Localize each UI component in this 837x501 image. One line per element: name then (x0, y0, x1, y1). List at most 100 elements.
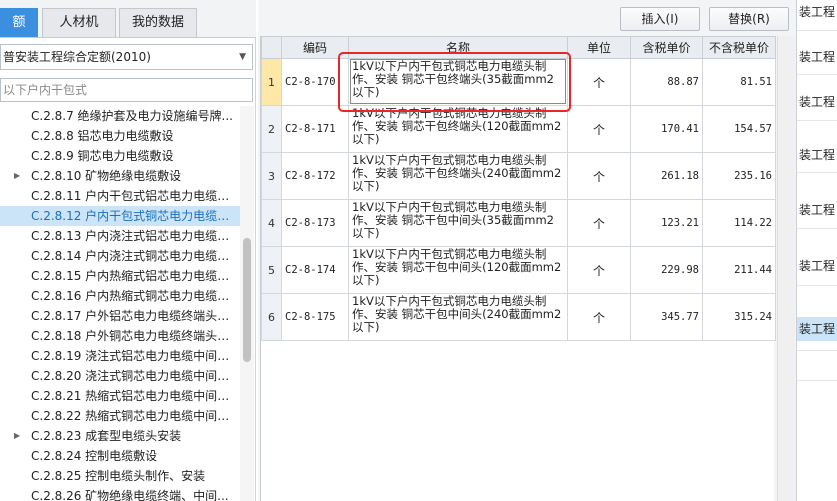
tree-item[interactable]: C.2.8.14 户内浇注式铜芯电力电缆终... (0, 246, 240, 266)
tree-item[interactable]: C.2.8.13 户内浇注式铝芯电力电缆终... (0, 226, 240, 246)
tree-item-label: C.2.8.15 户内热缩式铝芯电力电缆终... (31, 269, 238, 283)
price-tax-cell[interactable]: 170.41 (630, 105, 703, 153)
price-tax-cell[interactable]: 261.18 (630, 152, 703, 200)
grid-row[interactable]: 6 C2-8-175 1kV以下户内干包式铜芯电力电缆头制作、安装 铜芯干包中间头(… (261, 293, 776, 341)
tree-item-label: C.2.8.25 控制电缆头制作、安装 (31, 469, 206, 483)
quota-grid: 编码 名称 单位 含税单价 不含税单价 1 C2-8-170 1kV以下户内干包式铜… (260, 36, 776, 501)
tree-item[interactable]: C.2.8.26 矿物绝缘电缆终端、中间... (0, 486, 240, 501)
tree-item[interactable]: C.2.8.20 浇注式铜芯电力电缆中间头... (0, 366, 240, 386)
tree-item[interactable]: C.2.8.24 控制电缆敷设 (0, 446, 240, 466)
row-number[interactable]: 2 (261, 105, 282, 153)
unit-cell[interactable]: 个 (567, 293, 631, 341)
unit-cell[interactable]: 个 (567, 246, 631, 294)
tab-my-data[interactable]: 我的数据 (119, 8, 197, 37)
header-price-notax[interactable]: 不含税单价 (702, 36, 776, 59)
row-number[interactable]: 6 (261, 293, 282, 341)
code-cell[interactable]: C2-8-174 (281, 246, 349, 294)
chapter-tree: C.2.8.7 绝缘护套及电力设施编号牌... C.2.8.8 铝芯电力电缆敷设 C… (0, 106, 240, 501)
tree-item-label: C.2.8.12 户内干包式铜芯电力电缆头... (31, 209, 238, 223)
quota-library-select-value: 普安装工程综合定额(2010) (3, 50, 151, 64)
row-divider (797, 380, 837, 381)
tree-item-label: C.2.8.19 浇注式铝芯电力电缆中间头... (31, 349, 238, 363)
grid-scrollbar[interactable] (777, 36, 795, 501)
tree-item[interactable]: ▶ C.2.8.23 成套型电缆头安装 (0, 426, 240, 446)
row-number[interactable]: 1 (261, 58, 282, 106)
tree-item-label: C.2.8.24 控制电缆敷设 (31, 449, 158, 463)
price-tax-cell[interactable]: 345.77 (630, 293, 703, 341)
tree-item[interactable]: C.2.8.22 热缩式铜芯电力电缆中间头... (0, 406, 240, 426)
header-name[interactable]: 名称 (348, 36, 568, 59)
tree-item[interactable]: C.2.8.8 铝芯电力电缆敷设 (0, 126, 240, 146)
tree-item-label: C.2.8.22 热缩式铜芯电力电缆中间头... (31, 409, 238, 423)
code-cell[interactable]: C2-8-170 (281, 58, 349, 106)
unit-cell[interactable]: 个 (567, 58, 631, 106)
expand-arrow-icon[interactable]: ▶ (14, 166, 20, 186)
tree-item[interactable]: C.2.8.18 户外铜芯电力电缆终端头制... (0, 326, 240, 346)
grid-row[interactable]: 2 C2-8-171 1kV以下户内干包式铜芯电力电缆头制作、安装 铜芯干包终端头(… (261, 105, 776, 153)
project-item[interactable]: 装工程 (797, 317, 837, 341)
row-number[interactable]: 3 (261, 152, 282, 200)
unit-cell[interactable]: 个 (567, 105, 631, 153)
price-notax-cell[interactable]: 154.57 (702, 105, 776, 153)
code-cell[interactable]: C2-8-175 (281, 293, 349, 341)
quota-library-select[interactable]: 普安装工程综合定额(2010) ▼ (0, 44, 253, 70)
project-item[interactable]: 装工程 (797, 90, 837, 114)
row-divider (797, 74, 837, 75)
tree-item[interactable]: C.2.8.16 户内热缩式铜芯电力电缆终... (0, 286, 240, 306)
project-item[interactable]: 装工程 (797, 45, 837, 69)
tree-item[interactable]: C.2.8.9 铜芯电力电缆敷设 (0, 146, 240, 166)
project-item[interactable]: 装工程 (797, 198, 837, 222)
tree-item-label: C.2.8.26 矿物绝缘电缆终端、中间... (31, 489, 229, 501)
grid-row[interactable]: 3 C2-8-172 1kV以下户内干包式铜芯电力电缆头制作、安装 铜芯干包终端头(… (261, 152, 776, 200)
header-unit[interactable]: 单位 (567, 36, 631, 59)
tree-item[interactable]: C.2.8.17 户外铝芯电力电缆终端头制... (0, 306, 240, 326)
search-input[interactable] (0, 78, 253, 102)
project-item[interactable]: 装工程 (797, 0, 837, 24)
price-notax-cell[interactable]: 211.44 (702, 246, 776, 294)
tree-item[interactable]: C.2.8.25 控制电缆头制作、安装 (0, 466, 240, 486)
header-price-tax[interactable]: 含税单价 (630, 36, 703, 59)
price-tax-cell[interactable]: 229.98 (630, 246, 703, 294)
name-cell[interactable]: 1kV以下户内干包式铜芯电力电缆头制作、安装 铜芯干包中间头(120截面mm2以… (348, 246, 568, 294)
name-cell[interactable]: 1kV以下户内干包式铜芯电力电缆头制作、安装 铜芯干包终端头(35截面mm2以下… (348, 58, 568, 106)
grid-row[interactable]: 1 C2-8-170 1kV以下户内干包式铜芯电力电缆头制作、安装 铜芯干包终端头(… (261, 58, 776, 106)
expand-arrow-icon[interactable]: ▶ (14, 426, 20, 446)
insert-button[interactable]: 插入(I) (620, 7, 700, 31)
tab-labor-material-machine[interactable]: 人材机 (42, 8, 116, 37)
name-cell[interactable]: 1kV以下户内干包式铜芯电力电缆头制作、安装 铜芯干包终端头(240截面mm2以… (348, 152, 568, 200)
code-cell[interactable]: C2-8-173 (281, 199, 349, 247)
unit-cell[interactable]: 个 (567, 152, 631, 200)
tree-item[interactable]: C.2.8.21 热缩式铝芯电力电缆中间头... (0, 386, 240, 406)
price-notax-cell[interactable]: 235.16 (702, 152, 776, 200)
name-cell[interactable]: 1kV以下户内干包式铜芯电力电缆头制作、安装 铜芯干包中间头(240截面mm2以… (348, 293, 568, 341)
row-number[interactable]: 4 (261, 199, 282, 247)
price-tax-cell[interactable]: 88.87 (630, 58, 703, 106)
tree-scrollbar-thumb[interactable] (243, 238, 251, 362)
project-item[interactable]: 装工程 (797, 143, 837, 167)
tree-item[interactable]: ▶ C.2.8.10 矿物绝缘电缆敷设 (0, 166, 240, 186)
code-cell[interactable]: C2-8-171 (281, 105, 349, 153)
price-notax-cell[interactable]: 81.51 (702, 58, 776, 106)
code-cell[interactable]: C2-8-172 (281, 152, 349, 200)
tree-item[interactable]: C.2.8.19 浇注式铝芯电力电缆中间头... (0, 346, 240, 366)
replace-button[interactable]: 替换(R) (709, 7, 789, 31)
tree-item[interactable]: C.2.8.12 户内干包式铜芯电力电缆头... (0, 206, 240, 226)
grid-row[interactable]: 5 C2-8-174 1kV以下户内干包式铜芯电力电缆头制作、安装 铜芯干包中间头(… (261, 246, 776, 294)
grid-row[interactable]: 4 C2-8-173 1kV以下户内干包式铜芯电力电缆头制作、安装 铜芯干包中间头(… (261, 199, 776, 247)
name-cell[interactable]: 1kV以下户内干包式铜芯电力电缆头制作、安装 铜芯干包终端头(120截面mm2以… (348, 105, 568, 153)
tree-item[interactable]: C.2.8.11 户内干包式铝芯电力电缆头... (0, 186, 240, 206)
price-notax-cell[interactable]: 114.22 (702, 199, 776, 247)
tree-item[interactable]: C.2.8.15 户内热缩式铝芯电力电缆终... (0, 266, 240, 286)
header-code[interactable]: 编码 (281, 36, 349, 59)
price-tax-cell[interactable]: 123.21 (630, 199, 703, 247)
project-item[interactable]: 装工程 (797, 254, 837, 278)
tree-item[interactable]: C.2.8.7 绝缘护套及电力设施编号牌... (0, 106, 240, 126)
unit-cell[interactable]: 个 (567, 199, 631, 247)
tab-quota[interactable]: 额 (0, 8, 38, 37)
name-cell[interactable]: 1kV以下户内干包式铜芯电力电缆头制作、安装 铜芯干包中间头(35截面mm2以下… (348, 199, 568, 247)
row-number[interactable]: 5 (261, 246, 282, 294)
tree-scrollbar[interactable] (240, 106, 254, 501)
name-cell-editor[interactable]: 1kV以下户内干包式铜芯电力电缆头制作、安装 铜芯干包终端头(35截面mm2以下… (350, 59, 566, 104)
price-notax-cell[interactable]: 315.24 (702, 293, 776, 341)
tree-item-label: C.2.8.16 户内热缩式铜芯电力电缆终... (31, 289, 238, 303)
